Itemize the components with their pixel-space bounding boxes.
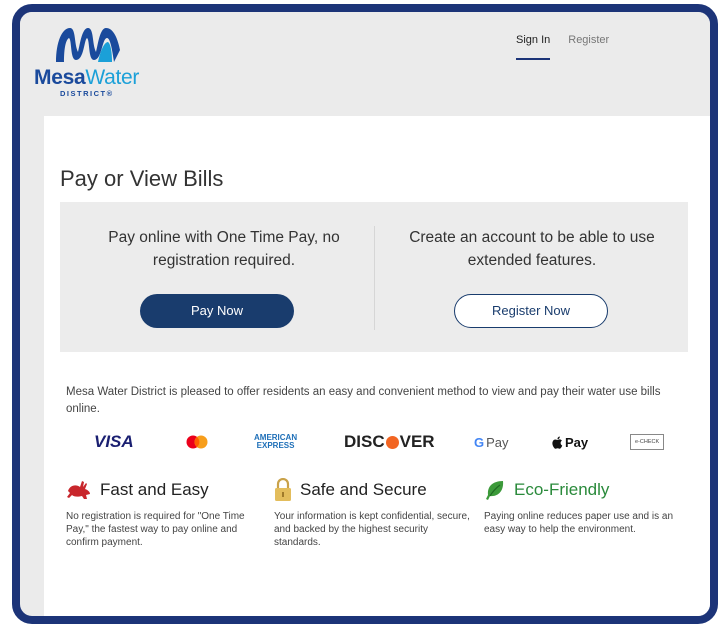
discover-part-b: VER [399,432,435,451]
one-time-pay-text: Pay online with One Time Pay, no registr… [108,229,340,269]
nav-register[interactable]: Register [568,34,609,60]
feature-description: No registration is required for "One Tim… [66,511,245,548]
feature-header: Eco-Friendly [484,476,684,504]
page-title: Pay or View Bills [60,166,224,191]
discover-part-a: DISC [344,432,385,451]
google-pay-logo: G Pay [474,430,509,454]
feature-title: Eco-Friendly [514,480,610,499]
apple-pay-logo: Pay [552,430,588,454]
feature-header: Safe and Secure [274,476,474,504]
water-waves-logo-mark [56,28,120,62]
intro-text: Mesa Water District is pleased to offer … [66,386,661,415]
feature-eco-friendly: Eco-Friendly Paying online reduces paper… [484,476,684,536]
logo-word-water: Water [85,66,140,89]
nav-sign-in[interactable]: Sign In [516,34,551,60]
mastercard-logo [186,430,208,454]
discover-logo: DISC VER [344,430,435,454]
create-account-text: Create an account to be able to use exte… [409,229,655,269]
top-nav: Sign In Register [516,34,609,60]
register-now-button[interactable]: Register Now [454,294,608,328]
logo-subtitle: DISTRICT® [60,89,114,98]
google-g: G [474,434,485,450]
feature-header: Fast and Easy [66,476,266,504]
padlock-icon [275,478,291,501]
main-content: Pay or View Bills Pay online with One Ti… [44,116,710,616]
american-express-logo: AMERICAN EXPRESS [254,430,297,454]
logo-wordmark: MesaWater [34,66,139,90]
leaf-icon [486,481,504,500]
rabbit-icon [67,481,90,499]
feature-description: Paying online reduces paper use and is a… [484,511,674,535]
pay-now-button[interactable]: Pay Now [140,294,294,328]
feature-fast-and-easy: Fast and Easy No registration is require… [66,476,266,549]
payment-methods: VISA AMERICAN EXPRESS DISCVER GPay Pay [74,430,674,454]
google-pay-text: Pay [486,434,509,450]
visa-logo: VISA [94,432,134,451]
site-header: MesaWater DISTRICT® Sign In Register [20,12,710,104]
apple-pay-text: Pay [565,434,589,450]
apple-icon [552,436,563,449]
logo-word-mesa: Mesa [34,66,86,89]
payment-options-panel: Pay online with One Time Pay, no registr… [60,202,688,352]
browser-frame: MesaWater DISTRICT® Sign In Register Pay… [12,4,718,624]
mesa-water-logo[interactable]: MesaWater DISTRICT® [34,22,154,98]
discover-orange-dot [385,435,399,449]
feature-title: Safe and Secure [300,480,427,499]
feature-title: Fast and Easy [100,480,209,499]
feature-description: Your information is kept confidential, s… [274,511,470,548]
amex-line2: EXPRESS [256,441,295,450]
feature-safe-and-secure: Safe and Secure Your information is kept… [274,476,474,549]
echeck-logo: e-CHECK [630,434,665,450]
panel-divider [374,226,375,330]
